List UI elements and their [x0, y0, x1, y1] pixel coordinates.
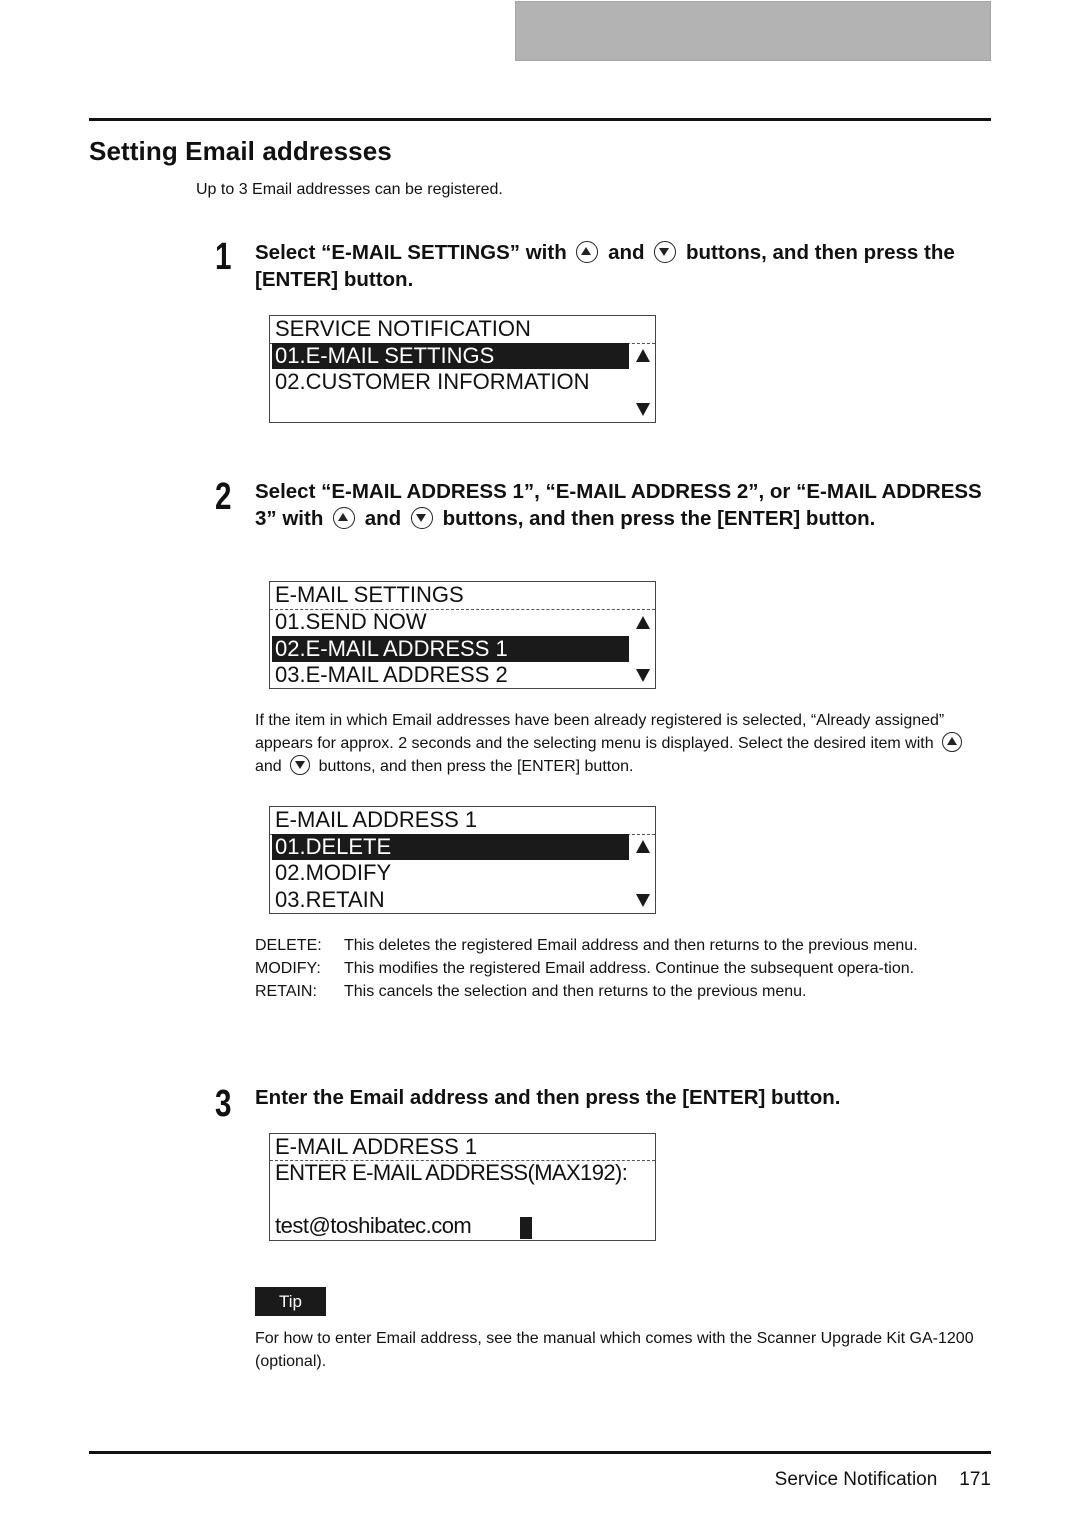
down-button-icon: [654, 241, 677, 263]
step-number-1: 1: [215, 236, 232, 278]
note-text-b: buttons, and then press the [ENTER] butt…: [318, 758, 634, 775]
lcd-item: 03.E-MAIL ADDRESS 2: [275, 662, 508, 687]
top-rule: [89, 118, 991, 121]
up-button-icon: [576, 241, 599, 263]
lcd-item: 01.SEND NOW: [275, 609, 427, 634]
step-2-text-b: buttons, and then press the [ENTER] butt…: [442, 507, 876, 530]
footer-section: Service Notification: [774, 1469, 938, 1490]
note-and: and: [255, 758, 282, 775]
bottom-rule: [89, 1451, 991, 1454]
down-button-icon: [290, 755, 311, 775]
option-definitions: DELETE: This deletes the registered Emai…: [255, 934, 995, 1003]
scroll-down-icon: [636, 669, 650, 682]
definition-retain: RETAIN: This cancels the selection and t…: [255, 983, 807, 1000]
scroll-down-icon: [636, 403, 650, 416]
lcd-title: E-MAIL ADDRESS 1: [275, 807, 478, 832]
tip-label: Tip: [255, 1287, 326, 1316]
lcd-email-settings: E-MAIL SETTINGS 01.SEND NOW 02.E-MAIL AD…: [269, 581, 656, 689]
definition-delete: DELETE: This deletes the registered Emai…: [255, 937, 918, 954]
scroll-up-icon: [636, 840, 650, 853]
step-1-text-a: Select “E-MAIL SETTINGS” with: [255, 241, 567, 264]
scroll-up-icon: [636, 616, 650, 629]
text-cursor: [520, 1217, 532, 1239]
step-1-and: and: [608, 241, 645, 264]
lcd-item: 02.MODIFY: [275, 860, 392, 885]
down-button-icon: [410, 507, 433, 529]
lcd-item: 03.RETAIN: [275, 887, 385, 912]
page-footer: Service Notification 171: [775, 1469, 991, 1491]
intro-text: Up to 3 Email addresses can be registere…: [196, 181, 503, 198]
header-tab-block: [515, 1, 991, 61]
lcd-title: E-MAIL SETTINGS: [275, 582, 464, 607]
lcd-item: 02.CUSTOMER INFORMATION: [275, 369, 590, 394]
email-input-value: test@toshibatec.com: [275, 1213, 472, 1238]
scroll-down-icon: [636, 894, 650, 907]
up-button-icon: [942, 732, 963, 752]
lcd-email-address-options: E-MAIL ADDRESS 1 01.DELETE 02.MODIFY 03.…: [269, 806, 656, 914]
note-text-a: If the item in which Email addresses hav…: [255, 712, 945, 752]
up-button-icon: [333, 507, 356, 529]
lcd-prompt: ENTER E-MAIL ADDRESS(MAX192):: [275, 1160, 628, 1185]
step-2-and: and: [364, 507, 402, 530]
definition-modify: MODIFY: This modifies the registered Ema…: [255, 960, 915, 977]
scroll-up-icon: [636, 349, 650, 362]
page-title: Setting Email addresses: [89, 136, 392, 166]
lcd-item-selected: 01.E-MAIL SETTINGS: [272, 343, 629, 369]
lcd-enter-email: E-MAIL ADDRESS 1 ENTER E-MAIL ADDRESS(MA…: [269, 1133, 656, 1241]
step-3-instruction: Enter the Email address and then press t…: [255, 1086, 841, 1109]
lcd-title: SERVICE NOTIFICATION: [275, 316, 531, 341]
page-number: 171: [959, 1469, 991, 1490]
tip-text: For how to enter Email address, see the …: [255, 1330, 974, 1370]
step-2-instruction: Select “E-MAIL ADDRESS 1”, “E-MAIL ADDRE…: [255, 478, 995, 532]
already-assigned-note: If the item in which Email addresses hav…: [255, 709, 995, 778]
lcd-service-notification: SERVICE NOTIFICATION 01.E-MAIL SETTINGS …: [269, 315, 656, 423]
step-number-2: 2: [215, 476, 232, 518]
lcd-item-selected: 02.E-MAIL ADDRESS 1: [272, 636, 629, 662]
lcd-item-selected: 01.DELETE: [272, 834, 629, 860]
step-number-3: 3: [215, 1083, 232, 1125]
step-1-instruction: Select “E-MAIL SETTINGS” with and button…: [255, 239, 995, 293]
lcd-title: E-MAIL ADDRESS 1: [275, 1134, 478, 1159]
